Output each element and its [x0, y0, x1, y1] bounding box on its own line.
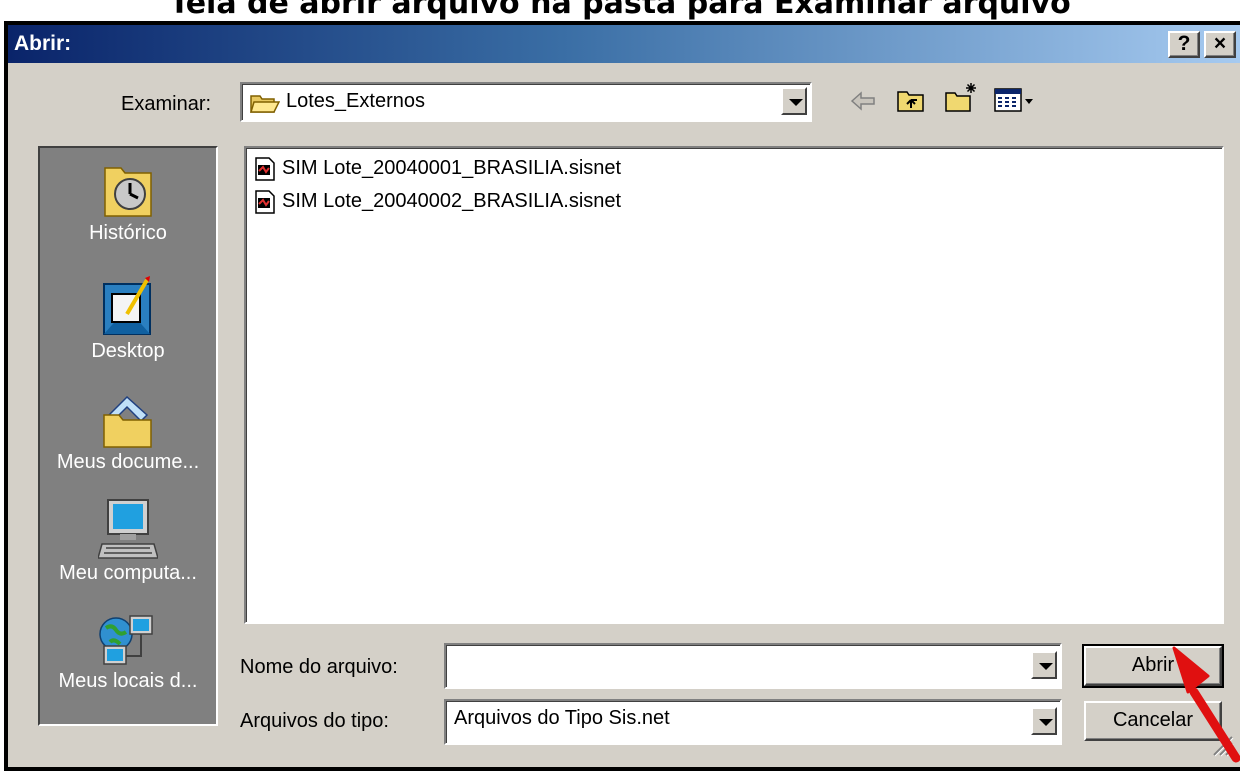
look-in-dropdown-arrow[interactable]	[781, 87, 807, 115]
place-network[interactable]: Meus locais d...	[40, 614, 216, 693]
place-label: Meu computa...	[59, 562, 197, 584]
history-icon	[104, 167, 152, 217]
my-documents-icon	[103, 395, 152, 448]
open-file-dialog: Abrir: ? × Examinar: Lotes_Externos Hist…	[4, 21, 1240, 771]
places-bar: Histórico Desktop Meus docume... Meu com…	[38, 146, 218, 726]
network-places-icon	[99, 615, 153, 665]
file-name: SIM Lote_20040001_BRASILIA.sisnet	[282, 157, 622, 179]
open-folder-icon	[250, 95, 280, 113]
place-my-computer[interactable]: Meu computa...	[40, 498, 216, 585]
sisnet-file-icon	[255, 190, 275, 214]
place-desktop[interactable]: Desktop	[40, 274, 216, 363]
place-my-documents[interactable]: Meus docume...	[40, 393, 216, 474]
place-label: Histórico	[89, 222, 167, 244]
place-label: Meus locais d...	[58, 670, 198, 692]
view-menu-icon[interactable]	[994, 87, 1036, 113]
file-list[interactable]: SIM Lote_20040001_BRASILIA.sisnet SIM Lo…	[244, 146, 1224, 624]
filetype-label: Arquivos do tipo:	[240, 710, 389, 732]
sisnet-file-icon	[255, 157, 275, 181]
place-history[interactable]: Histórico	[40, 158, 216, 245]
filetype-value: Arquivos do Tipo Sis.net	[454, 707, 670, 729]
dialog-title: Abrir:	[14, 32, 72, 55]
place-label: Desktop	[91, 340, 165, 362]
close-button[interactable]: ×	[1204, 31, 1236, 58]
desktop-icon	[103, 276, 151, 335]
annotation-arrow-icon	[1172, 646, 1240, 763]
look-in-value: Lotes_Externos	[286, 90, 425, 112]
up-one-level-icon[interactable]	[896, 85, 926, 115]
place-label: Meus docume...	[56, 451, 200, 473]
figure-caption: Tela de abrir arquivo na pasta para Exam…	[169, 0, 1071, 21]
back-arrow-icon[interactable]	[850, 89, 878, 113]
look-in-combobox[interactable]: Lotes_Externos	[240, 82, 812, 122]
look-in-label: Examinar:	[121, 93, 212, 115]
filename-label: Nome do arquivo:	[240, 656, 398, 678]
filename-combobox[interactable]	[444, 643, 1062, 689]
my-computer-icon	[98, 499, 158, 559]
file-name: SIM Lote_20040002_BRASILIA.sisnet	[282, 190, 622, 212]
help-button[interactable]: ?	[1168, 31, 1200, 58]
filename-dropdown-arrow[interactable]	[1031, 651, 1057, 679]
filetype-combobox[interactable]: Arquivos do Tipo Sis.net	[444, 699, 1062, 745]
new-folder-icon[interactable]	[944, 81, 978, 115]
filetype-dropdown-arrow[interactable]	[1031, 707, 1057, 735]
title-bar: Abrir: ? ×	[8, 25, 1240, 63]
